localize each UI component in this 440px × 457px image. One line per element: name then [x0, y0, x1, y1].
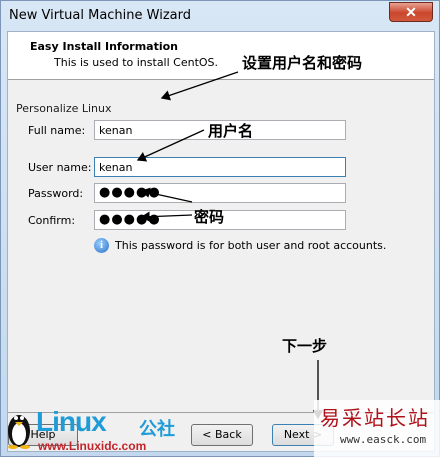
wizard-body: Easy Install Information This is used to… — [7, 31, 435, 452]
tux-penguin-icon — [8, 415, 30, 449]
password-info-text: This password is for both user and root … — [115, 239, 387, 252]
easck-watermark: 易采站长站 www.easck.com — [314, 400, 440, 457]
user-name-label: User name: — [28, 161, 92, 174]
title-bar[interactable]: New Virtual Machine Wizard ✕ — [1, 1, 439, 31]
personalize-group-label: Personalize Linux — [16, 102, 112, 115]
page-title: Easy Install Information — [30, 40, 179, 53]
confirm-label: Confirm: — [28, 214, 76, 227]
annotation-password: 密码 — [194, 208, 225, 226]
annotation-set-credentials: 设置用户名和密码 — [242, 54, 363, 72]
back-button[interactable]: < Back — [191, 424, 253, 446]
page-subtitle: This is used to install CentOS. — [54, 56, 219, 69]
annotation-next-step: 下一步 — [282, 337, 328, 355]
user-name-field[interactable]: kenan — [94, 157, 346, 177]
logo-cn-text: 公社 — [139, 419, 175, 440]
watermark-cn: 易采站长站 — [320, 406, 430, 430]
full-name-label: Full name: — [28, 124, 86, 137]
annotation-username: 用户名 — [208, 122, 254, 140]
close-button[interactable]: ✕ — [389, 2, 433, 22]
window-title: New Virtual Machine Wizard — [9, 8, 191, 23]
logo-url: www.Linuxidc.com — [38, 439, 147, 453]
logo-text: Linux — [36, 406, 107, 437]
password-field[interactable]: ●●●●● — [94, 183, 346, 203]
password-label: Password: — [28, 187, 84, 200]
watermark-url: www.easck.com — [340, 433, 427, 446]
info-icon: i — [94, 238, 109, 253]
linuxidc-logo: Linux 公社 www.Linuxidc.com — [6, 405, 186, 455]
wizard-header: Easy Install Information This is used to… — [8, 32, 434, 80]
wizard-window: New Virtual Machine Wizard ✕ Easy Instal… — [0, 0, 440, 457]
